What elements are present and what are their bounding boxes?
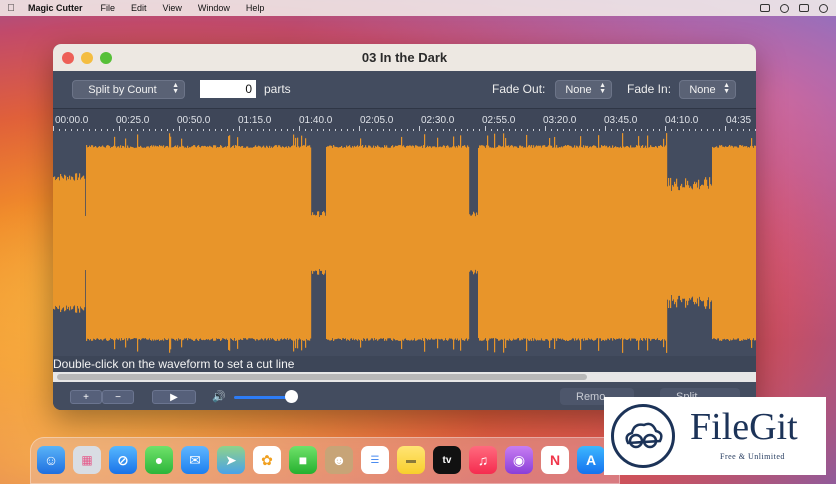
volume-slider[interactable] (234, 396, 291, 399)
filegit-tagline: Free & Unlimited (720, 452, 785, 461)
zoom-button[interactable] (100, 52, 112, 64)
speaker-icon: 🔊 (212, 391, 226, 403)
launchpad-icon[interactable]: ▦ (73, 446, 101, 474)
ruler-tick-label: 02:55.0 (482, 115, 516, 126)
fade-in-value: None (689, 83, 716, 96)
menu-window[interactable]: Window (198, 3, 230, 13)
volume-slider-knob[interactable] (285, 390, 298, 403)
fade-out-popup[interactable]: None ▲ ▼ (555, 80, 612, 99)
time-ruler[interactable]: 00:00.0 00:25.0 00:50.0 01:15.0 01:40.0 02:05… (53, 108, 756, 131)
filegit-name: FileGit (690, 406, 798, 448)
fade-in-popup[interactable]: None ▲ ▼ (679, 80, 736, 99)
maps-icon[interactable]: ➤ (217, 446, 245, 474)
contacts-icon[interactable]: ☻ (325, 446, 353, 474)
fade-out-label: Fade Out: (492, 82, 546, 96)
ruler-tick-label: 00:50.0 (177, 115, 211, 126)
menu-file[interactable]: File (101, 3, 116, 13)
menu-app-name[interactable]: Magic Cutter (28, 3, 83, 13)
ruler-tick-label: 01:40.0 (299, 115, 333, 126)
window-controls (62, 52, 112, 64)
split-mode-popup[interactable]: Split by Count ▲ ▼ (72, 80, 185, 99)
play-button[interactable]: ▶ (152, 390, 196, 404)
ruler-tick-label: 00:25.0 (116, 115, 150, 126)
horizontal-scrollbar[interactable] (53, 372, 756, 382)
waveform-view[interactable] (53, 131, 756, 356)
photos-icon[interactable]: ✿ (253, 446, 281, 474)
finder-icon[interactable]: ☺ (37, 446, 65, 474)
menu-edit[interactable]: Edit (131, 3, 147, 13)
ruler-tick-label: 02:05.0 (360, 115, 394, 126)
zoom-out-button[interactable]: − (102, 390, 134, 404)
filegit-logo-icon (611, 404, 675, 468)
ruler-tick-label: 04:10.0 (665, 115, 699, 126)
chevron-updown-icon: ▲ ▼ (599, 82, 606, 95)
split-mode-value: Split by Count (88, 83, 157, 96)
safari-icon[interactable]: ⊘ (109, 446, 137, 474)
window-title: 03 In the Dark (361, 50, 448, 65)
app-store-icon[interactable]: A (577, 446, 605, 474)
apple-tv-icon[interactable]: tv (433, 446, 461, 474)
scrollbar-thumb[interactable] (57, 374, 587, 380)
control-center-icon[interactable] (799, 4, 809, 12)
facetime-icon[interactable]: ■ (289, 446, 317, 474)
menu-bar:  Magic Cutter File Edit View Window Hel… (0, 0, 836, 16)
chevron-updown-icon: ▲ ▼ (172, 82, 179, 95)
messages-icon[interactable]: ● (145, 446, 173, 474)
menu-help[interactable]: Help (246, 3, 265, 13)
reminders-icon[interactable]: ☰ (361, 446, 389, 474)
hint-text: Double-click on the waveform to set a cu… (53, 357, 295, 371)
parts-label: parts (264, 82, 291, 96)
filegit-watermark: FileGit Free & Unlimited (604, 397, 826, 475)
search-icon[interactable] (780, 3, 789, 13)
status-area (760, 0, 828, 16)
minimize-button[interactable] (81, 52, 93, 64)
ruler-tick-label: 01:15.0 (238, 115, 272, 126)
parts-count-input[interactable] (200, 80, 256, 98)
magic-cutter-window: 03 In the Dark Split by Count ▲▼ parts F… (53, 44, 756, 410)
close-button[interactable] (62, 52, 74, 64)
waveform[interactable] (53, 131, 756, 356)
ruler-tick-label: 02:30.0 (421, 115, 455, 126)
menu-view[interactable]: View (163, 3, 182, 13)
notes-icon[interactable]: ▬ (397, 446, 425, 474)
dock: ☺ ▦ ⊘ ● ✉ ➤ ✿ ■ ☻ ☰ ▬ tv ♫ ◉ N A (30, 437, 620, 484)
news-icon[interactable]: N (541, 446, 569, 474)
toolbar: Split by Count ▲▼ parts Fade Out: None ▲… (53, 71, 756, 108)
fade-out-value: None (565, 83, 592, 96)
zoom-in-button[interactable]: + (70, 390, 102, 404)
ruler-tick-label: 04:35 (726, 115, 752, 126)
ruler-tick-label: 03:20.0 (543, 115, 577, 126)
chevron-updown-icon: ▲ ▼ (723, 82, 730, 95)
music-icon[interactable]: ♫ (469, 446, 497, 474)
keyboard-icon[interactable] (760, 4, 770, 12)
siri-icon[interactable] (819, 3, 828, 13)
title-bar[interactable]: 03 In the Dark (53, 44, 756, 71)
ruler-tick-label: 03:45.0 (604, 115, 638, 126)
podcasts-icon[interactable]: ◉ (505, 446, 533, 474)
ruler-tick-label: 00:00.0 (55, 115, 89, 126)
fade-in-label: Fade In: (627, 82, 672, 96)
apple-menu-icon[interactable]:  (0, 3, 22, 14)
mail-icon[interactable]: ✉ (181, 446, 209, 474)
